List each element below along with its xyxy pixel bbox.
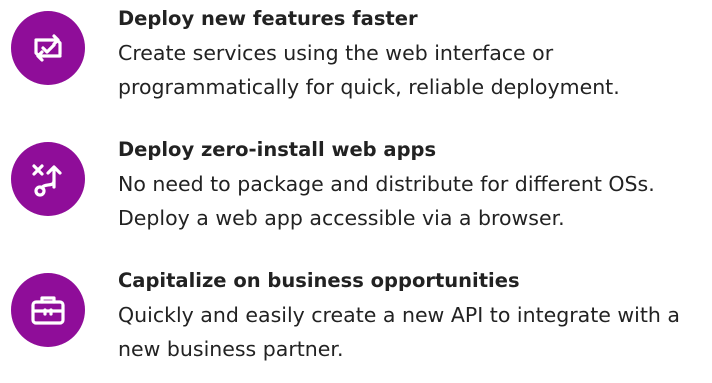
feature-title: Deploy zero-install web apps [118,138,437,161]
arrows-cycle-check-icon [11,11,85,85]
feature-title: Deploy new features faster [118,7,418,30]
feature-list: Deploy new features faster Create servic… [0,0,712,383]
feature-description: Quickly and easily create a new API to i… [118,303,680,361]
feature-text: Deploy zero-install web apps No need to … [118,137,708,235]
feature-title: Capitalize on business opportunities [118,269,520,292]
briefcase-icon [11,273,85,347]
feature-description: No need to package and distribute for di… [118,172,655,230]
feature-description: Create services using the web interface … [118,41,620,99]
feature-text: Deploy new features faster Create servic… [118,6,708,104]
feature-text: Capitalize on business opportunities Qui… [118,268,708,366]
route-split-icon [11,142,85,216]
